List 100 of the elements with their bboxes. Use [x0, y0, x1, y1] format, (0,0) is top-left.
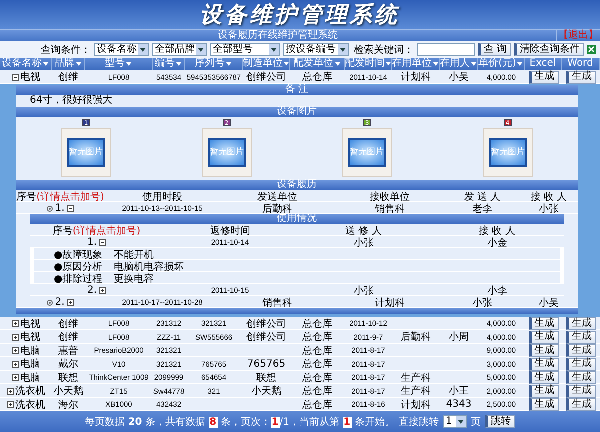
column-header: 发 送 人	[463, 190, 502, 204]
jump-label: 直接跳转	[398, 416, 439, 428]
generate-button[interactable]: 生成	[566, 371, 596, 384]
table-cell-text: 创维	[58, 318, 80, 330]
sort-icon[interactable]	[76, 62, 82, 66]
sort-icon[interactable]	[471, 62, 477, 66]
generate-button[interactable]: 生成	[528, 358, 558, 370]
no-photo-label: 暂无图片	[350, 146, 384, 158]
detail-label: ●故障现象	[54, 248, 104, 262]
clear-button[interactable]: 清除查询条件	[514, 43, 584, 56]
spreadsheet-icon[interactable]	[587, 45, 596, 54]
table-cell: 洗衣机	[0, 384, 52, 398]
jump-button[interactable]: 跳转	[484, 415, 515, 428]
column-header: 序号(详情点击加号)	[52, 224, 142, 238]
table-cell-text: 计划科	[400, 70, 432, 84]
pagination-info: 每页数据 20 条，共有数据 8 条，页次：1/1，当前从第 1 条开始。	[85, 416, 395, 428]
sort-icon[interactable]	[433, 62, 439, 66]
expand-icon[interactable]	[66, 299, 74, 306]
table-cell-text: 总仓库	[302, 330, 334, 344]
filter-select[interactable]: 全部型号	[210, 43, 280, 56]
filter-select[interactable]: 按设备编号	[282, 43, 349, 56]
generate-button[interactable]: 生成	[566, 330, 596, 344]
table-cell-text: 总仓库	[302, 384, 334, 398]
table-cell-text: 销售科	[374, 202, 406, 216]
generate-button[interactable]: 生成	[566, 384, 596, 398]
table-cell-text: 计划科	[400, 398, 432, 412]
search-button[interactable]: 查 询	[478, 43, 511, 56]
sort-icon[interactable]	[226, 62, 232, 66]
table-cell-text: 总仓库	[302, 318, 334, 330]
generate-button[interactable]: 生成	[528, 330, 558, 344]
page-select[interactable]: 1	[442, 415, 467, 428]
no-photo-label: 暂无图片	[490, 146, 525, 158]
column-header: 接 收 人	[530, 190, 568, 204]
note-text: 64寸，很好很强大	[29, 94, 114, 106]
no-photo-label: 暂无图片	[210, 146, 244, 158]
search-label: 查询条件：	[40, 44, 91, 56]
table-cell: 电脑	[0, 357, 52, 371]
filter-select[interactable]: 全部品牌	[152, 43, 207, 56]
table-cell-text: 总仓库	[302, 344, 334, 358]
table-cell: 电视	[0, 70, 52, 84]
generate-button[interactable]: 生成	[566, 317, 596, 330]
sort-icon[interactable]	[517, 62, 524, 66]
keyword-field[interactable]	[416, 43, 475, 56]
app-title: 设备维护管理系统	[200, 0, 400, 30]
generate-button[interactable]: 生成	[566, 344, 596, 357]
table-cell-text: 生产科	[400, 384, 432, 398]
table-cell-text: 总仓库	[302, 398, 334, 412]
column-header: 接 收 人	[478, 224, 516, 238]
expand-icon[interactable]	[6, 388, 14, 394]
table-cell-text: 小天鹅	[250, 384, 282, 398]
sort-icon[interactable]	[284, 62, 289, 66]
sequence-cell: 1.	[30, 237, 164, 248]
detail-label: ●原因分析	[54, 260, 104, 274]
table-cell: 洗衣机	[0, 398, 52, 412]
filter-select[interactable]: 设备名称	[94, 43, 149, 56]
sort-icon[interactable]	[126, 62, 132, 66]
expand-icon[interactable]	[12, 360, 18, 368]
collapse-icon[interactable]	[66, 205, 74, 212]
table-cell-text: 生产科	[400, 372, 432, 384]
collapse-icon[interactable]	[99, 239, 106, 246]
sort-icon[interactable]	[43, 62, 49, 66]
generate-button[interactable]: 生成	[528, 344, 558, 357]
generate-button[interactable]: 生成	[528, 317, 558, 330]
table-cell-text: 小吴	[448, 70, 470, 84]
detail-value: 不能开机	[114, 248, 155, 262]
table-cell-text: 惠普	[58, 344, 80, 358]
table-cell-text: 小天鹅	[52, 384, 84, 398]
column-header: 发送单位	[256, 190, 298, 204]
expand-icon[interactable]	[12, 320, 18, 327]
table-cell-text: 765765	[246, 358, 287, 370]
sort-icon[interactable]	[334, 62, 340, 66]
table-cell-text: 创维公司	[246, 318, 288, 330]
generate-button[interactable]: 生成	[566, 358, 596, 370]
page-unit: 页	[470, 416, 481, 428]
detail-label: ●排除过程	[54, 272, 104, 286]
table-cell-text: 小金	[486, 236, 508, 250]
table-cell-text: 小张	[352, 284, 375, 298]
sequence-cell: 2.	[16, 297, 105, 308]
table-cell-text: 小张	[352, 236, 375, 250]
table-cell: 电视	[0, 316, 52, 330]
expand-icon[interactable]	[12, 347, 18, 354]
generate-button[interactable]: 生成	[566, 398, 596, 411]
section-title: 备 注	[16, 84, 578, 94]
generate-button[interactable]: 生成	[528, 384, 558, 398]
generate-button[interactable]: 生成	[528, 371, 558, 384]
expand-icon[interactable]	[12, 334, 18, 340]
expand-icon[interactable]	[99, 287, 106, 294]
expand-icon[interactable]	[6, 401, 14, 408]
column-header: 序号(详情点击加号)	[16, 190, 105, 204]
generate-button[interactable]: 生成	[528, 70, 558, 84]
generate-button[interactable]: 生成	[566, 70, 596, 84]
section-title: 设备图片	[16, 106, 578, 116]
table-cell: 电脑	[0, 344, 52, 358]
sequence-cell: 1.	[16, 203, 105, 214]
generate-button[interactable]: 生成	[528, 398, 558, 411]
collapse-icon[interactable]	[12, 74, 18, 80]
sort-icon[interactable]	[176, 62, 182, 66]
sort-icon[interactable]	[386, 62, 391, 66]
table-cell: 电视	[0, 330, 52, 344]
expand-icon[interactable]	[12, 374, 18, 381]
